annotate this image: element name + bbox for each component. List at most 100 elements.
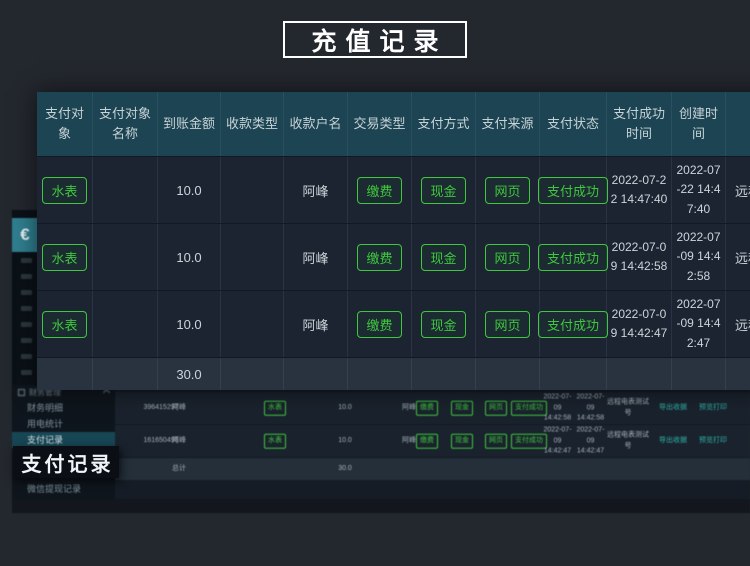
- table-row: 水表 10.0 阿峰 缴费 现金 网页 支付成功 2022-07-09 14:4…: [37, 223, 750, 290]
- method-badge: 现金: [421, 177, 465, 204]
- col-header-amount: 到账金额: [158, 92, 221, 156]
- export-receipt-link[interactable]: 导出收据: [659, 403, 687, 414]
- source-badge: 网页: [485, 401, 507, 416]
- col-header-success-time: 支付成功时间: [607, 92, 672, 156]
- amount: 10.0: [158, 224, 221, 290]
- sidebar-item-wechat-withdraw[interactable]: 微信提现记录: [12, 481, 115, 497]
- sidebar-item-power-stats[interactable]: 用电统计: [12, 416, 115, 432]
- object-badge: 水表: [42, 244, 86, 271]
- sidebar-mini-item: [21, 322, 32, 327]
- method-badge: 现金: [421, 244, 465, 271]
- total-amount: 30.0: [158, 358, 221, 390]
- success-time: 2022-07-22 14:47:40: [607, 157, 672, 223]
- col-header-status: 支付状态: [540, 92, 607, 156]
- trans-type-badge: 缴费: [357, 177, 401, 204]
- amount: 10.0: [323, 436, 367, 447]
- object-name: [93, 157, 158, 223]
- object-badge: 水表: [264, 401, 286, 416]
- create-time: 2022-07-09 14:42:58: [672, 224, 726, 290]
- sidebar-submenu: 财务管理 财务明细 用电统计 支付记录 微信提现记录: [12, 385, 115, 499]
- object-name: [93, 224, 158, 290]
- amount: 10.0: [323, 403, 367, 414]
- total-label: 总计: [165, 464, 193, 475]
- window-bottom-edge: [12, 499, 750, 513]
- page-title-text: 充值记录: [311, 22, 447, 58]
- device-name: 远程电表测试号: [726, 157, 750, 223]
- create-time: 2022-07-22 14:47:40: [672, 157, 726, 223]
- method-badge: 现金: [451, 401, 473, 416]
- recharge-records-table: 支付对象 支付对象名称 到账金额 收款类型 收款户名 交易类型 支付方式 支付来…: [37, 92, 750, 390]
- device-name: 远程电表测试号: [726, 291, 750, 357]
- col-header-trans-type: 交易类型: [348, 92, 412, 156]
- trans-type-badge: 缴费: [357, 311, 401, 338]
- source-badge: 网页: [485, 434, 507, 449]
- trans-type-badge: 缴费: [357, 244, 401, 271]
- object-badge: 水表: [42, 311, 86, 338]
- table-row: 2 396415297 阿峰 水表 10.0 阿峰 缴费 现金 网页 支付成功 …: [37, 391, 750, 424]
- source-badge: 网页: [485, 311, 529, 338]
- object-badge: 水表: [42, 177, 86, 204]
- sidebar-mini-item: [21, 370, 32, 375]
- trans-type-badge: 缴费: [416, 434, 438, 449]
- create-time: 2022-07-09 14:42:47: [575, 425, 606, 457]
- sidebar-zoom-callout: 支付记录: [13, 446, 119, 478]
- object-name: [93, 291, 158, 357]
- device-name: 远程电表测试号: [605, 431, 651, 452]
- col-header-object-name: 支付对象名称: [93, 92, 158, 156]
- recv-type: [221, 291, 284, 357]
- table-row: 3 161650495 阿峰 水表 10.0 阿峰 缴费 现金 网页 支付成功 …: [37, 424, 750, 457]
- object-badge: 水表: [264, 434, 286, 449]
- background-table: 2 396415297 阿峰 水表 10.0 阿峰 缴费 现金 网页 支付成功 …: [37, 391, 750, 480]
- preview-print-link[interactable]: 预览打印: [699, 403, 727, 414]
- col-header-recv-type: 收款类型: [221, 92, 284, 156]
- create-time: 2022-07-09 14:42:47: [672, 291, 726, 357]
- amount: 10.0: [158, 291, 221, 357]
- success-time: 2022-07-09 14:42:58: [542, 392, 573, 424]
- device-name: 远程电表测试号: [726, 224, 750, 290]
- recv-type: [221, 224, 284, 290]
- table-total-row: 总计 30.0: [37, 457, 750, 480]
- success-time: 2022-07-09 14:42:47: [542, 425, 573, 457]
- status-badge: 支付成功: [538, 244, 608, 271]
- chevron-up-icon: [103, 389, 110, 396]
- success-time: 2022-07-09 14:42:47: [607, 291, 672, 357]
- payer-name: 阿峰: [165, 436, 193, 447]
- sidebar-mini-item: [21, 274, 32, 279]
- sidebar-mini-item: [21, 306, 32, 311]
- total-amount: 30.0: [323, 464, 367, 475]
- status-badge: 支付成功: [538, 311, 608, 338]
- sidebar-mini-item: [21, 338, 32, 343]
- grid-icon: [18, 389, 25, 396]
- method-badge: 现金: [421, 311, 465, 338]
- account-name: 阿峰: [284, 157, 348, 223]
- table-header-row: 支付对象 支付对象名称 到账金额 收款类型 收款户名 交易类型 支付方式 支付来…: [37, 92, 750, 156]
- zoom-callout-label: 支付记录: [22, 448, 114, 477]
- export-receipt-link[interactable]: 导出收据: [659, 436, 687, 447]
- sidebar-item-finance-detail[interactable]: 财务明细: [12, 400, 115, 416]
- col-header-object: 支付对象: [37, 92, 93, 156]
- col-header-source: 支付来源: [476, 92, 540, 156]
- sidebar-mini-item: [21, 290, 32, 295]
- preview-print-link[interactable]: 预览打印: [699, 436, 727, 447]
- create-time: 2022-07-09 14:42:58: [575, 392, 606, 424]
- page-title: 充值记录: [283, 21, 467, 58]
- amount: 10.0: [158, 157, 221, 223]
- table-row: 水表 10.0 阿峰 缴费 现金 网页 支付成功 2022-07-22 14:4…: [37, 156, 750, 223]
- status-badge: 支付成功: [538, 177, 608, 204]
- sidebar-mini-item: [21, 354, 32, 359]
- col-header-create-time: 创建时间: [672, 92, 726, 156]
- recv-type: [221, 157, 284, 223]
- source-badge: 网页: [485, 177, 529, 204]
- method-badge: 现金: [451, 434, 473, 449]
- device-name: 远程电表测试号: [605, 398, 651, 419]
- trans-type-badge: 缴费: [416, 401, 438, 416]
- col-header-method: 支付方式: [412, 92, 476, 156]
- table-total-row: 30.0: [37, 357, 750, 390]
- source-badge: 网页: [485, 244, 529, 271]
- sidebar-mini-item: [21, 258, 32, 263]
- account-name: 阿峰: [284, 224, 348, 290]
- logo-euro-icon: €: [12, 218, 38, 252]
- table-row: 水表 10.0 阿峰 缴费 现金 网页 支付成功 2022-07-09 14:4…: [37, 290, 750, 357]
- col-header-account: 收款户名: [284, 92, 348, 156]
- success-time: 2022-07-09 14:42:58: [607, 224, 672, 290]
